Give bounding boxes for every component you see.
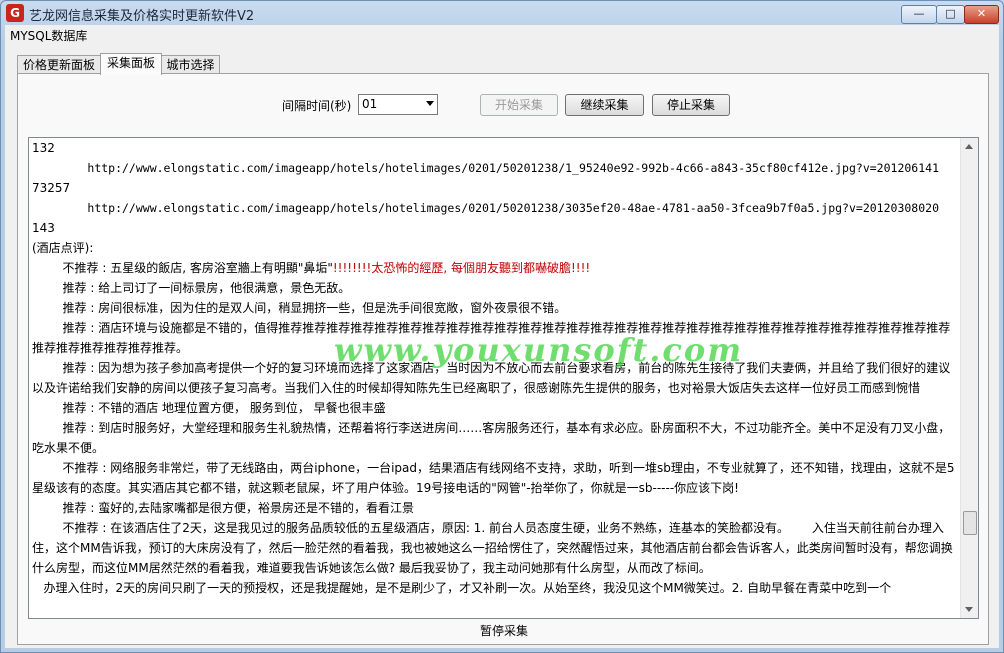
stop-collect-button[interactable]: 停止采集 bbox=[652, 94, 730, 116]
tab-city-select[interactable]: 城市选择 bbox=[161, 55, 220, 74]
scroll-down-icon[interactable] bbox=[965, 607, 973, 612]
start-collect-button[interactable]: 开始采集 bbox=[480, 94, 558, 116]
review-line-highlight: !!!!!!!!太恐怖的經歷, 每個朋友聽到都嚇破膽!!!! bbox=[332, 261, 591, 275]
collect-log-textbox[interactable]: 132 http://www.elongstatic.com/imageapp/… bbox=[28, 137, 979, 619]
review-line: 不推荐 : 在该酒店住了2天，这是我见过的服务品质较低的五星级酒店，原因: 1.… bbox=[32, 521, 953, 575]
review-line: 推荐 : 蛮好的,去陆家嘴都是很方便，裕景房还是不错的，看看江景 bbox=[32, 501, 415, 515]
restore-button[interactable]: □ bbox=[936, 5, 965, 24]
chevron-down-icon bbox=[426, 101, 434, 106]
app-window: G 艺龙网信息采集及价格实时更新软件V2 — □ ✕ MYSQL数据库 价格更新… bbox=[0, 0, 1004, 653]
window-title: 艺龙网信息采集及价格实时更新软件V2 bbox=[29, 9, 255, 24]
log-url-line: http://www.elongstatic.com/imageapp/hote… bbox=[32, 201, 939, 215]
review-line: 不推荐 : 网络服务非常烂，带了无线路由，两台iphone，一台ipad，结果酒… bbox=[32, 461, 955, 495]
menu-mysql-database[interactable]: MYSQL数据库 bbox=[10, 27, 87, 44]
collect-panel: 间隔时间(秒) 01 开始采集 继续采集 停止采集 132 http://www… bbox=[17, 73, 989, 645]
status-text: 暂停采集 bbox=[480, 624, 529, 638]
interval-select[interactable]: 01 bbox=[358, 94, 438, 115]
vertical-scrollbar[interactable] bbox=[960, 138, 978, 618]
review-line: 推荐 : 不错的酒店 地理位置方便， 服务到位， 早餐也很丰盛 bbox=[32, 401, 386, 415]
close-button[interactable]: ✕ bbox=[964, 5, 999, 24]
tab-price-update[interactable]: 价格更新面板 bbox=[17, 55, 101, 74]
log-line: 143 bbox=[32, 221, 55, 235]
review-line: 不推荐 : 五星级的飯店, 客房浴室牆上有明顯"鼻垢" bbox=[32, 261, 333, 275]
log-url-line: http://www.elongstatic.com/imageapp/hote… bbox=[32, 161, 939, 175]
log-content: 132 http://www.elongstatic.com/imageapp/… bbox=[32, 138, 957, 618]
scroll-thumb[interactable] bbox=[963, 511, 977, 535]
menu-bar: MYSQL数据库 bbox=[5, 25, 999, 43]
scroll-up-icon[interactable] bbox=[965, 144, 973, 149]
continue-collect-button[interactable]: 继续采集 bbox=[565, 94, 644, 116]
interval-label: 间隔时间(秒) bbox=[282, 99, 352, 113]
log-line: 73257 bbox=[32, 181, 71, 195]
review-header: (酒店点评): bbox=[32, 241, 94, 255]
review-line: 推荐 : 给上司订了一间标景房，他很满意，景色无敌。 bbox=[32, 281, 351, 295]
review-line: 推荐 : 到店时服务好，大堂经理和服务生礼貌热情，还帮着将行李送进房间……客房服… bbox=[32, 421, 951, 455]
watermark: www.youxunsoft.com bbox=[334, 331, 744, 369]
title-bar[interactable]: G 艺龙网信息采集及价格实时更新软件V2 — □ ✕ bbox=[1, 1, 1003, 25]
client-area: 价格更新面板 采集面板 城市选择 间隔时间(秒) 01 开始采集 继续采集 停止… bbox=[5, 43, 999, 648]
log-line: 132 bbox=[32, 141, 55, 155]
tab-collect[interactable]: 采集面板 bbox=[100, 53, 162, 75]
review-line: 推荐 : 房间很标准，因为住的是双人间，稍显拥挤一些，但是洗手间很宽敞，窗外夜景… bbox=[32, 301, 567, 315]
minimize-button[interactable]: — bbox=[901, 5, 937, 24]
interval-value: 01 bbox=[362, 97, 378, 111]
review-line: 办理入住时，2天的房间只刷了一天的预授权，还是我提醒她，是不是刷少了，才又补刷一… bbox=[32, 581, 892, 595]
app-logo-icon: G bbox=[6, 4, 24, 22]
